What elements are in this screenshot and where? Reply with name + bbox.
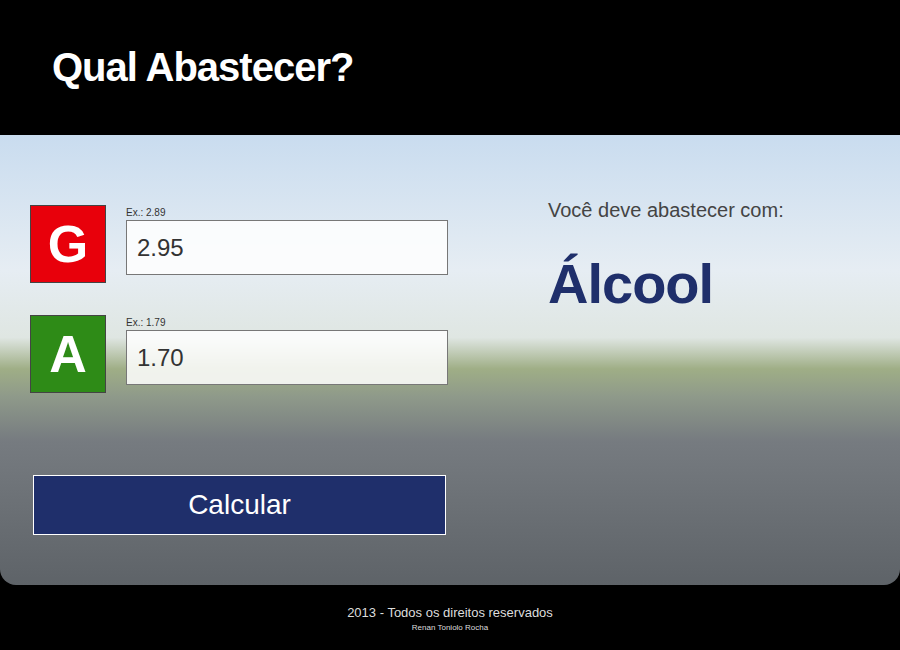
fuel-field: Ex.: 1.79 <box>126 315 448 385</box>
price-input[interactable] <box>126 220 448 275</box>
fuel-row: G Ex.: 2.89 <box>30 205 460 283</box>
fuel-row: A Ex.: 1.79 <box>30 315 460 393</box>
example-label: Ex.: 2.89 <box>126 207 448 219</box>
fuel-field: Ex.: 2.89 <box>126 205 448 275</box>
main-panel: GEx.: 2.89AEx.: 1.79CalcularVocê deve ab… <box>0 135 900 585</box>
author: Renan Toniolo Rocha <box>412 622 488 634</box>
form-column: G Ex.: 2.89 A Ex.: 1.79 Calcular <box>0 135 460 585</box>
price-input[interactable] <box>126 330 448 385</box>
app-title: Qual Abastecer? <box>52 43 353 91</box>
fuel-list: G Ex.: 2.89 A Ex.: 1.79 <box>30 205 460 393</box>
app: Qual Abastecer? G Ex.: 2.89 A Ex.: 1.79 Calcu… <box>0 0 900 650</box>
result-value: Álcool <box>548 251 784 317</box>
fuel-badge: G <box>30 205 106 283</box>
calculate-button[interactable]: Calcular <box>33 475 446 535</box>
result-label: Você deve abastecer com: <box>548 197 784 223</box>
example-label: Ex.: 1.79 <box>126 317 448 329</box>
result-column: Você deve abastecer com: Álcool <box>460 135 784 585</box>
copyright: 2013 - Todos os direitos reservados <box>347 605 553 621</box>
header: Qual Abastecer? <box>0 0 900 135</box>
fuel-badge: A <box>30 315 106 393</box>
footer: 2013 - Todos os direitos reservadosRenan… <box>0 585 900 634</box>
